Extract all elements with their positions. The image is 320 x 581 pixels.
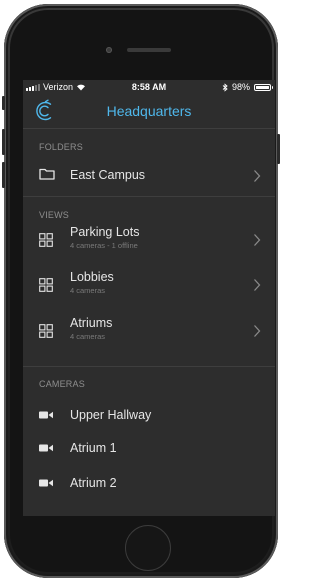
home-button[interactable] bbox=[125, 525, 171, 571]
view-row-parking-lots[interactable]: Parking Lots 4 cameras - 1 offline bbox=[23, 222, 275, 260]
power-button bbox=[277, 134, 280, 164]
view-camera-count: 4 cameras bbox=[70, 286, 106, 295]
camera-row-upper-hallway[interactable]: Upper Hallway bbox=[23, 402, 275, 430]
view-row-atriums[interactable]: Atriums 4 cameras bbox=[23, 313, 275, 351]
section-divider bbox=[23, 366, 275, 367]
cameras-section-header: CAMERAS bbox=[39, 379, 85, 389]
camera-row-atrium-2[interactable]: Atrium 2 bbox=[23, 470, 275, 498]
battery-percent: 98% bbox=[231, 82, 250, 92]
camera-label: Upper Hallway bbox=[70, 408, 152, 422]
view-row-lobbies[interactable]: Lobbies 4 cameras bbox=[23, 267, 275, 305]
section-divider bbox=[23, 196, 275, 197]
front-camera bbox=[106, 47, 112, 53]
grid-icon bbox=[39, 324, 53, 338]
grid-icon bbox=[39, 278, 53, 292]
view-label: Atriums bbox=[70, 316, 113, 330]
folder-label: East Campus bbox=[70, 168, 146, 182]
page-title: Headquarters bbox=[106, 103, 192, 119]
battery-icon bbox=[254, 83, 273, 91]
folder-icon bbox=[39, 168, 55, 180]
volume-down-button bbox=[2, 162, 5, 188]
view-camera-count: 4 cameras bbox=[70, 332, 106, 341]
chevron-right-icon bbox=[254, 170, 261, 182]
chevron-right-icon bbox=[254, 234, 261, 246]
views-section-header: VIEWS bbox=[39, 210, 70, 220]
earpiece-speaker bbox=[127, 48, 171, 52]
view-label: Lobbies bbox=[70, 270, 114, 284]
volume-up-button bbox=[2, 129, 5, 155]
video-camera-icon bbox=[39, 411, 53, 419]
camera-row-atrium-1[interactable]: Atrium 1 bbox=[23, 435, 275, 463]
grid-icon bbox=[39, 233, 53, 247]
video-camera-icon bbox=[39, 444, 53, 452]
chevron-right-icon bbox=[254, 325, 261, 337]
battery-level bbox=[256, 85, 269, 89]
status-bar: Verizon 8:58 AM 98% bbox=[23, 80, 275, 95]
bluetooth-icon bbox=[222, 82, 228, 92]
video-camera-icon bbox=[39, 479, 53, 487]
navigation-bar: Headquarters bbox=[23, 95, 275, 128]
view-camera-count: 4 cameras - 1 offline bbox=[70, 241, 138, 250]
camera-label: Atrium 2 bbox=[70, 476, 117, 490]
view-label: Parking Lots bbox=[70, 225, 140, 239]
section-divider bbox=[23, 128, 275, 129]
camera-label: Atrium 1 bbox=[70, 441, 117, 455]
app-screen: Verizon 8:58 AM 98% Headquarters FOLDERS bbox=[23, 80, 275, 516]
mute-switch bbox=[2, 96, 5, 110]
chevron-right-icon bbox=[254, 279, 261, 291]
folders-section-header: FOLDERS bbox=[39, 142, 83, 152]
folder-row-east-campus[interactable]: East Campus bbox=[23, 158, 275, 192]
